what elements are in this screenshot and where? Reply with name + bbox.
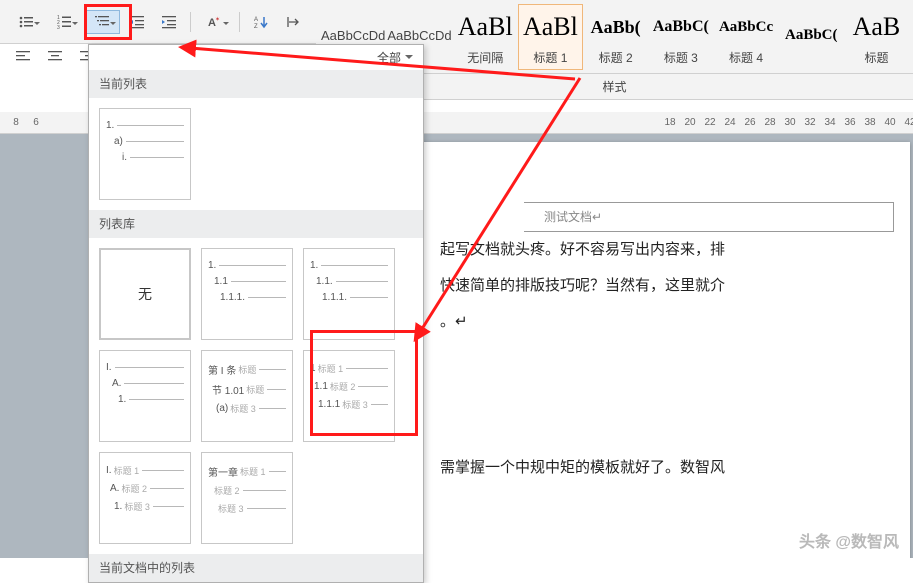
style-label: 标题 xyxy=(845,47,908,66)
svg-text:A: A xyxy=(254,17,258,23)
title-field-text: 测试文档↵ xyxy=(530,203,602,232)
ruler-tick: 30 xyxy=(780,117,800,128)
style-preview: AaBl xyxy=(454,7,517,47)
title-field[interactable]: 测试文档↵ xyxy=(530,202,894,232)
list-thumb[interactable]: 1.1.1.1.1.1. xyxy=(303,248,395,340)
list-thumb[interactable]: 1标题 11.1标题 21.1.1标题 3 xyxy=(303,350,395,442)
list-thumb[interactable]: 第一章标题 1标题 2标题 3 xyxy=(201,452,293,544)
style-label: 标题 2 xyxy=(584,47,647,66)
body-text: 。↵ xyxy=(440,304,850,340)
multilevel-list-button[interactable] xyxy=(84,10,120,34)
list-thumb-current[interactable]: 1.a)i. xyxy=(99,108,191,200)
body-text: 起写文档就头疼。好不容易写出内容来，排 xyxy=(440,232,850,268)
style-label: 无间隔 xyxy=(454,47,517,66)
list-thumb[interactable]: I.A.1. xyxy=(99,350,191,442)
phonetic-guide-button[interactable]: A✶ xyxy=(197,10,233,34)
body-text: 需掌握一个中规中矩的模板就好了。数智风 xyxy=(440,450,850,486)
increase-indent-button[interactable] xyxy=(154,10,184,34)
ruler-tick: 20 xyxy=(680,117,700,128)
style-item[interactable]: AaBbCc标题 4 xyxy=(713,4,778,70)
body-text: 快速简单的排版技巧呢？当然有，这里就介 xyxy=(440,268,850,304)
ruler-tick: 28 xyxy=(760,117,780,128)
style-preview: AaBb( xyxy=(584,7,647,47)
list-thumb[interactable]: I.标题 1A.标题 21.标题 3 xyxy=(99,452,191,544)
style-preview: AaBbC( xyxy=(780,16,843,56)
style-label: 标题 3 xyxy=(649,47,712,66)
style-item[interactable]: AaBl标题 1 xyxy=(518,4,583,70)
toolbar-separator xyxy=(190,12,191,32)
ruler-tick: 32 xyxy=(800,117,820,128)
ruler-tick: 22 xyxy=(700,117,720,128)
bullet-list-button[interactable] xyxy=(8,10,44,34)
ruler-tick: 40 xyxy=(880,117,900,128)
svg-text:Z: Z xyxy=(254,24,258,30)
style-preview: AaBl xyxy=(519,7,582,47)
none-label: 无 xyxy=(138,284,152,304)
align-center-button[interactable] xyxy=(40,44,70,68)
sort-button[interactable]: AZ xyxy=(246,10,276,34)
multilevel-list-panel: 全部 当前列表 1.a)i. 列表库 无 1.1.11.1.1.1.1.1.1.… xyxy=(88,44,424,583)
style-item[interactable]: AaBbC(标题 3 xyxy=(648,4,713,70)
ruler-tick: 24 xyxy=(720,117,740,128)
list-thumb[interactable]: 第 I 条标题节 1.01标题(a)标题 3 xyxy=(201,350,293,442)
decrease-indent-button[interactable] xyxy=(122,10,152,34)
section-library: 列表库 xyxy=(89,210,423,238)
ruler-tick: 36 xyxy=(840,117,860,128)
style-preview: AaBbC( xyxy=(649,7,712,47)
section-indoc: 当前文档中的列表 xyxy=(89,554,423,582)
ruler-tick: 26 xyxy=(740,117,760,128)
ruler-tick: 18 xyxy=(660,117,680,128)
show-marks-button[interactable] xyxy=(278,10,308,34)
style-item[interactable]: AaBl无间隔 xyxy=(453,4,518,70)
style-label: 标题 1 xyxy=(519,47,582,66)
list-thumb-none[interactable]: 无 xyxy=(99,248,191,340)
toolbar-separator xyxy=(239,12,240,32)
ruler-tick: 8 xyxy=(6,117,26,128)
align-left-button[interactable] xyxy=(8,44,38,68)
style-label: 标题 4 xyxy=(714,47,777,66)
style-preview: AaB xyxy=(845,7,908,47)
style-item[interactable]: AaBbC( xyxy=(779,4,844,70)
style-label xyxy=(780,56,843,58)
style-item[interactable]: AaB标题 xyxy=(844,4,909,70)
filter-dropdown[interactable]: 全部 xyxy=(377,49,413,66)
ruler-tick: 38 xyxy=(860,117,880,128)
list-thumb[interactable]: 1.1.11.1.1. xyxy=(201,248,293,340)
style-item[interactable]: AaBb(标题 2 xyxy=(583,4,648,70)
style-preview: AaBbCc xyxy=(714,7,777,47)
section-current: 当前列表 xyxy=(89,70,423,98)
ruler-tick: 6 xyxy=(26,117,46,128)
number-list-button[interactable]: 123 xyxy=(46,10,82,34)
ruler-tick: 34 xyxy=(820,117,840,128)
svg-text:3: 3 xyxy=(57,25,60,30)
ruler-tick: 42 xyxy=(900,117,913,128)
svg-text:✶: ✶ xyxy=(215,16,220,23)
